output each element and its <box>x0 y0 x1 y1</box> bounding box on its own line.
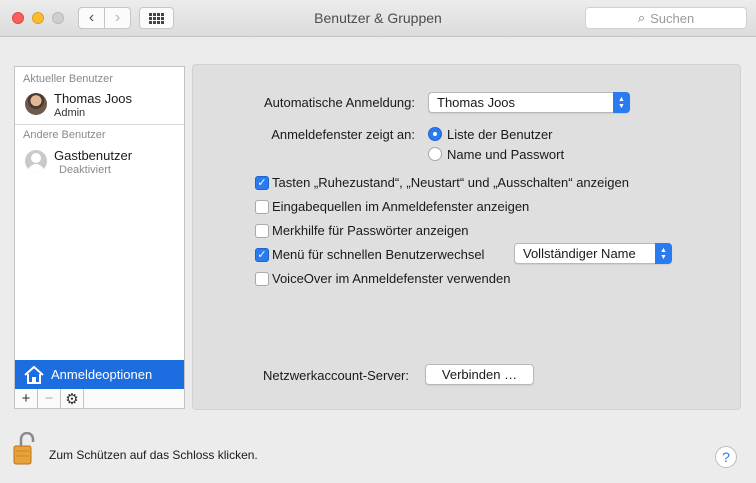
auto-login-value: Thomas Joos <box>437 95 516 110</box>
fast-switch-display-value: Vollständiger Name <box>523 246 636 261</box>
login-window-label: Anmeldefenster zeigt an: <box>271 127 415 142</box>
gear-icon[interactable]: ⚙ <box>61 389 84 408</box>
auto-login-label: Automatische Anmeldung: <box>263 95 415 110</box>
sidebar-divider <box>15 124 184 125</box>
checkbox-input-sources-label: Eingabequellen im Anmeldefenster anzeige… <box>272 199 530 214</box>
connect-button[interactable]: Verbinden … <box>425 364 534 385</box>
sidebar-item-login-options[interactable]: Anmeldeoptionen <box>15 360 184 389</box>
user-avatar <box>25 93 47 115</box>
user-status: Deaktiviert <box>59 164 111 176</box>
guest-avatar-icon <box>25 150 47 172</box>
radio-user-list[interactable] <box>428 127 442 141</box>
help-button[interactable]: ? <box>715 446 737 468</box>
user-item-thomas-joos[interactable]: Thomas Joos Admin <box>15 85 184 125</box>
current-user-section-label: Aktueller Benutzer <box>23 73 113 85</box>
title-bar: ‹ › Benutzer & Gruppen ⌕ Suchen <box>0 0 756 37</box>
lock-hint-text: Zum Schützen auf das Schloss klicken. <box>49 448 258 462</box>
radio-user-list-label: Liste der Benutzer <box>447 127 553 142</box>
login-options-panel: Automatische Anmeldung: Thomas Joos ▲ ▼ A… <box>192 64 741 410</box>
user-name: Thomas Joos <box>54 91 133 106</box>
users-sidebar: Aktueller Benutzer Thomas Joos Admin And… <box>14 66 185 389</box>
checkbox-voiceover-label: VoiceOver im Anmeldefenster verwenden <box>272 271 511 286</box>
checkbox-voiceover[interactable] <box>255 272 269 286</box>
user-item-guest[interactable]: Gastbenutzer Deaktiviert <box>15 142 184 182</box>
search-icon: ⌕ <box>637 10 646 25</box>
user-role: Admin <box>54 107 86 119</box>
remove-user-button[interactable]: − <box>38 389 61 408</box>
add-user-button[interactable]: + <box>15 389 38 408</box>
checkbox-password-hints-label: Merkhilfe für Passwörter anzeigen <box>272 223 469 238</box>
house-icon <box>24 365 44 384</box>
checkbox-password-hints[interactable] <box>255 224 269 238</box>
radio-name-password-label: Name und Passwort <box>447 147 565 162</box>
popup-arrows-icon: ▲ ▼ <box>655 243 672 264</box>
user-name: Gastbenutzer <box>54 148 133 163</box>
auto-login-popup[interactable]: Thomas Joos ▲ ▼ <box>428 92 630 113</box>
checkbox-input-sources[interactable] <box>255 200 269 214</box>
checkbox-fast-user-switching[interactable]: ✓ <box>255 248 269 262</box>
search-placeholder: Suchen <box>650 10 695 26</box>
checkbox-show-power-buttons-label: Tasten „Ruhezustand“, „Neustart“ und „Au… <box>272 175 629 190</box>
radio-name-password[interactable] <box>428 147 442 161</box>
network-server-label: Netzwerkaccount-Server: <box>263 368 409 383</box>
popup-arrows-icon: ▲ ▼ <box>613 92 630 113</box>
fast-switch-display-popup[interactable]: Vollständiger Name ▲ ▼ <box>514 243 672 264</box>
other-users-section-label: Andere Benutzer <box>23 129 106 141</box>
lock-open-icon[interactable] <box>13 432 35 466</box>
checkbox-fast-user-switching-label: Menü für schnellen Benutzerwechsel <box>272 247 485 262</box>
checkbox-show-power-buttons[interactable]: ✓ <box>255 176 269 190</box>
search-input[interactable]: ⌕ Suchen <box>585 7 747 29</box>
sidebar-item-label: Anmeldeoptionen <box>51 367 153 382</box>
sidebar-toolbar: + − ⚙ <box>14 389 185 409</box>
